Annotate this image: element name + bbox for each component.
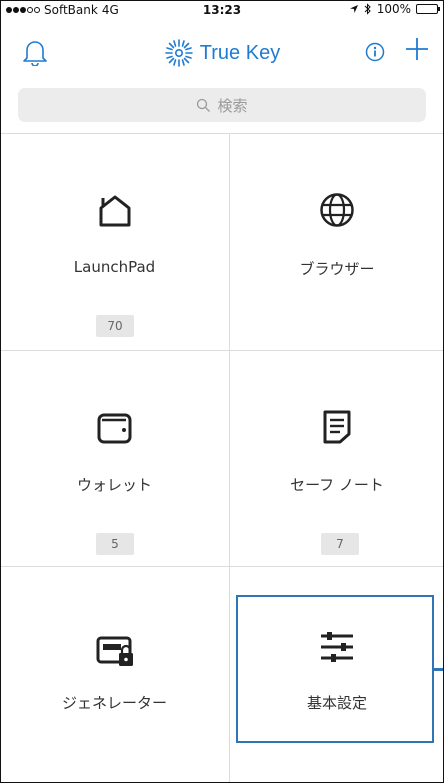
search-icon xyxy=(197,98,211,112)
tile-generator[interactable]: ジェネレーター xyxy=(0,567,229,783)
bluetooth-icon xyxy=(364,3,371,15)
tile-label: ウォレット xyxy=(76,476,152,494)
plus-icon xyxy=(406,38,428,60)
battery-icon xyxy=(416,4,440,14)
count-badge: 7 xyxy=(321,533,359,555)
status-bar: SoftBank 4G 13:23 100% xyxy=(0,0,444,20)
search-placeholder: 検索 xyxy=(217,96,248,115)
battery-percent: 100% xyxy=(376,2,411,16)
true-key-logo-icon xyxy=(164,39,193,67)
app-title: True Key xyxy=(199,41,281,64)
wallet-icon xyxy=(97,413,131,444)
nav-bar: True Key xyxy=(0,20,444,80)
add-button[interactable] xyxy=(404,36,430,66)
count-badge: 5 xyxy=(96,533,134,555)
note-icon xyxy=(323,410,351,444)
home-icon xyxy=(99,195,130,227)
tile-browser[interactable]: ブラウザー xyxy=(230,134,444,350)
location-arrow-icon xyxy=(349,5,358,13)
password-generator-icon xyxy=(96,636,133,666)
tile-launchpad[interactable]: LaunchPad 70 xyxy=(0,134,229,350)
globe-icon xyxy=(320,193,354,227)
info-icon xyxy=(365,42,385,62)
status-right: 100% xyxy=(349,2,440,16)
info-button[interactable] xyxy=(365,42,385,66)
search-bar[interactable]: 検索 xyxy=(18,88,426,122)
tile-safe-note[interactable]: セーフ ノート 7 xyxy=(230,351,444,566)
count-badge: 70 xyxy=(96,315,134,337)
tile-label: セーフ ノート xyxy=(290,476,384,494)
tile-label: LaunchPad xyxy=(73,258,156,276)
tile-wallet[interactable]: ウォレット 5 xyxy=(0,351,229,566)
highlight-pointer xyxy=(434,668,444,671)
tile-label: ジェネレーター xyxy=(61,694,167,712)
tile-label: ブラウザー xyxy=(299,260,375,278)
screen: SoftBank 4G 13:23 100% True Key 検索 Launc… xyxy=(0,0,444,783)
settings-highlight-box xyxy=(236,595,434,743)
